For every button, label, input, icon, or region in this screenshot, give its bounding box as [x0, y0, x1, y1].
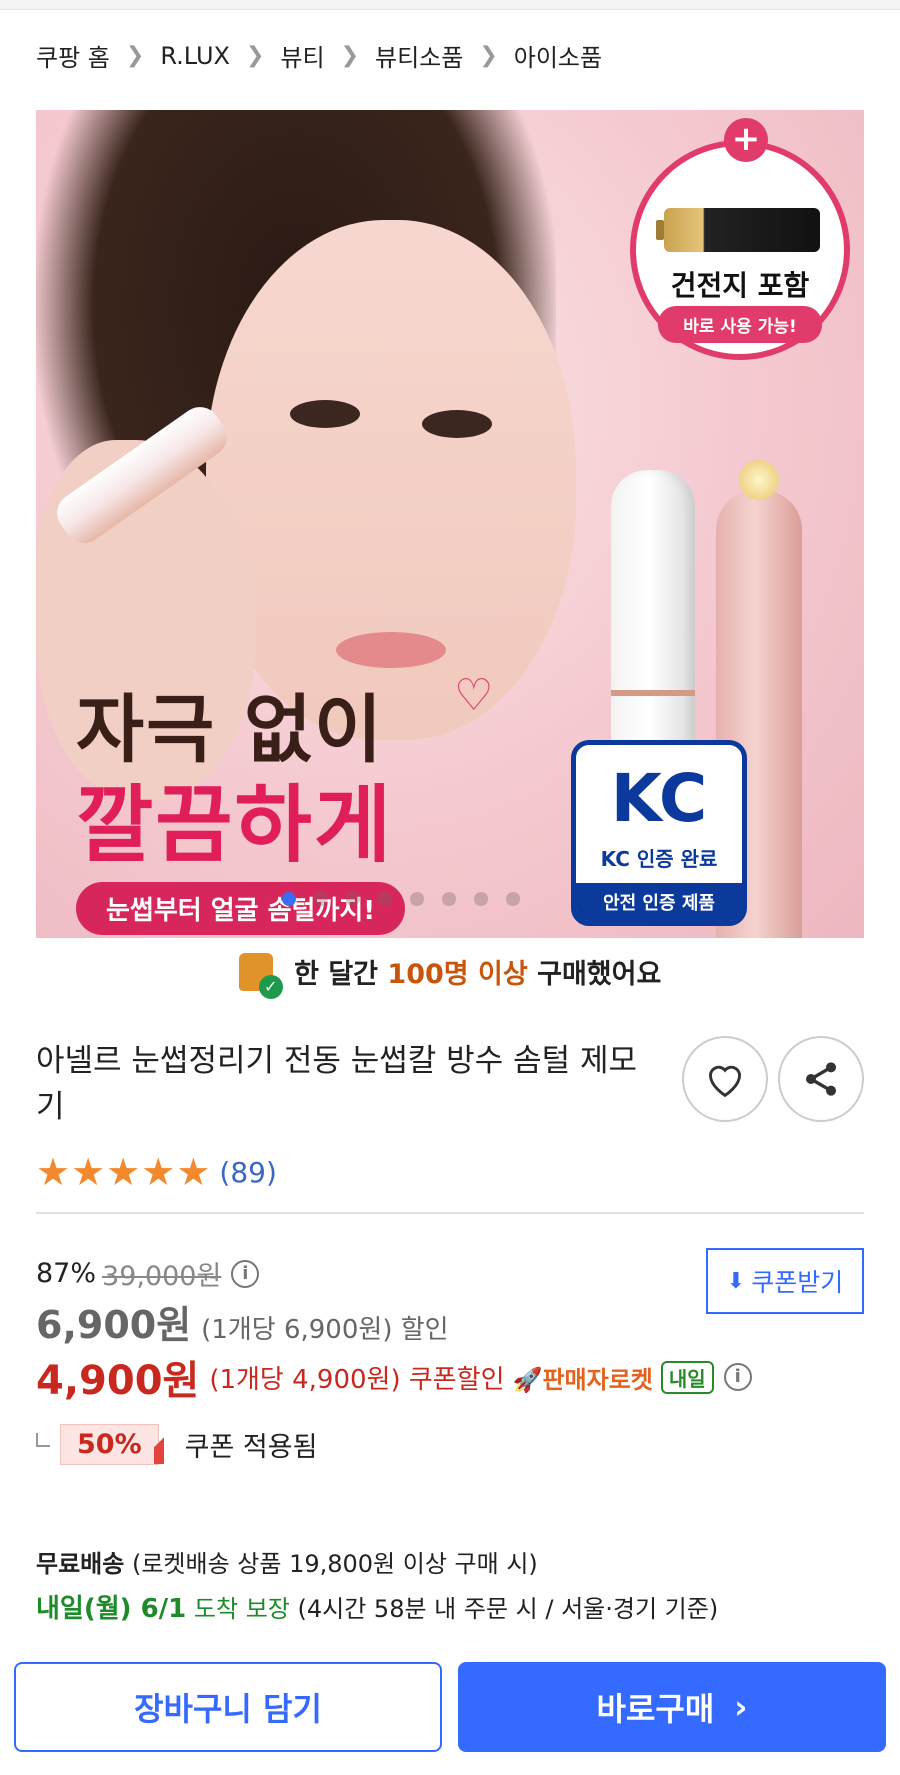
wishlist-button[interactable]: [682, 1036, 768, 1122]
carousel-dot[interactable]: [506, 892, 520, 906]
chevron-right-icon: ›: [734, 1688, 748, 1726]
carousel-dot[interactable]: [314, 892, 328, 906]
get-coupon-label: 쿠폰받기: [751, 1268, 844, 1297]
buyers-prefix: 한 달간: [294, 959, 379, 990]
top-strip: [0, 0, 900, 10]
plus-icon: +: [724, 118, 768, 162]
buyers-suffix: 구매했어요: [537, 959, 662, 990]
seller-rocket-label: 판매자로켓: [542, 1365, 653, 1394]
delivery-note: (4시간 58분 내 주문 시 / 서울·경기 기준): [297, 1595, 719, 1623]
breadcrumb-item-home[interactable]: 쿠팡 홈: [36, 38, 110, 73]
corner-indent-icon: [36, 1432, 50, 1447]
buy-now-button[interactable]: 바로구매 ›: [458, 1662, 886, 1752]
carousel-dot[interactable]: [378, 892, 392, 906]
free-shipping-label: 무료배송: [36, 1550, 125, 1578]
chevron-right-icon: ❯: [479, 43, 498, 68]
info-icon[interactable]: i: [723, 1363, 752, 1391]
download-icon: ⬇: [726, 1268, 746, 1294]
divider: [36, 1212, 864, 1214]
breadcrumb-item-subcategory[interactable]: 뷰티소품: [375, 38, 463, 73]
share-button[interactable]: [778, 1036, 864, 1122]
star-icon: ★: [141, 1150, 176, 1194]
kc-certification-badge: KC KC 인증 완료 안전 인증 제품: [571, 740, 747, 926]
info-icon[interactable]: i: [231, 1259, 260, 1288]
discount-row: 87% 39,000원 i: [36, 1254, 260, 1293]
carousel-dot-active[interactable]: [282, 892, 296, 906]
free-shipping-row: 무료배송 (로켓배송 상품 19,800원 이상 구매 시): [36, 1544, 538, 1579]
buyers-highlight: 100명 이상: [387, 959, 528, 990]
rating-row[interactable]: ★ ★ ★ ★ ★ (89): [36, 1152, 277, 1192]
sale-price-row: 6,900원 (1개당 6,900원) 할인: [36, 1294, 449, 1349]
coupon-tag: 50%: [60, 1424, 164, 1465]
breadcrumb: 쿠팡 홈 ❯ R.LUX ❯ 뷰티 ❯ 뷰티소품 ❯ 아이소품: [36, 38, 602, 73]
delivery-guarantee: 도착 보장: [193, 1595, 290, 1623]
carousel-dots: [282, 892, 520, 906]
kc-logo-icon: KC: [610, 760, 708, 837]
sale-price: 6,900원: [36, 1303, 192, 1347]
buy-now-label: 바로구매: [596, 1690, 715, 1728]
battery-badge-title: 건전지 포함: [670, 269, 810, 302]
model-eye: [422, 410, 492, 438]
breadcrumb-item-category[interactable]: 뷰티: [280, 38, 324, 73]
hero-pill-text: 눈썹부터 얼굴 솜털까지!: [76, 882, 406, 935]
coupon-price-note: (1개당 4,900원) 쿠폰할인: [209, 1364, 505, 1395]
coupon-applied-row: 50% 쿠폰 적용됨: [36, 1424, 317, 1465]
star-icon: ★: [36, 1150, 71, 1194]
chevron-right-icon: ❯: [245, 43, 265, 68]
model-eye: [290, 400, 360, 428]
rocket-icon: 🚀: [512, 1365, 543, 1394]
heart-icon: [708, 1065, 742, 1098]
coupon-applied-text: 쿠폰 적용됨: [184, 1432, 318, 1463]
purchase-count-banner: 한 달간 100명 이상 구매했어요: [0, 952, 900, 999]
star-icon: ★: [106, 1150, 141, 1194]
discount-percent: 87%: [36, 1258, 97, 1289]
carousel-dot[interactable]: [474, 892, 488, 906]
hero-headline-2: 깔끔하게: [76, 776, 394, 874]
get-coupon-button[interactable]: ⬇ 쿠폰받기: [706, 1248, 864, 1314]
star-icon: ★: [176, 1150, 211, 1194]
free-shipping-note: (로켓배송 상품 19,800원 이상 구매 시): [131, 1550, 538, 1578]
breadcrumb-item-brand[interactable]: R.LUX: [160, 42, 230, 70]
carousel-dot[interactable]: [346, 892, 360, 906]
share-icon: [806, 1062, 836, 1096]
tomorrow-badge: 내일: [660, 1360, 714, 1394]
original-price: 39,000원: [102, 1261, 222, 1292]
seller-rocket-badge: 🚀판매자로켓: [513, 1360, 653, 1395]
heart-doodle-icon: ♡: [454, 670, 494, 721]
kc-line-1: KC 인증 완료: [600, 847, 718, 871]
bottom-action-bar: 장바구니 담기 바로구매 ›: [0, 1652, 900, 1775]
add-to-cart-label: 장바구니 담기: [134, 1690, 322, 1728]
breadcrumb-item-leaf[interactable]: 아이소품: [514, 38, 602, 73]
review-count-link[interactable]: (89): [219, 1156, 276, 1189]
add-to-cart-button[interactable]: 장바구니 담기: [14, 1662, 442, 1752]
star-icon: ★: [71, 1150, 106, 1194]
sale-price-note: (1개당 6,900원) 할인: [201, 1315, 449, 1345]
chevron-right-icon: ❯: [125, 43, 145, 68]
shopping-bag-check-icon: [238, 953, 283, 999]
product-image-carousel[interactable]: + 건전지 포함 바로 사용 가능! 자극 없이 ♡ 깔끔하게 눈썹부터 얼굴 …: [36, 110, 864, 938]
battery-icon: [656, 208, 820, 252]
battery-badge-sub: 바로 사용 가능!: [658, 306, 822, 343]
coupon-price: 4,900원: [36, 1358, 200, 1404]
carousel-dot[interactable]: [410, 892, 424, 906]
coupon-price-row: 4,900원 (1개당 4,900원) 쿠폰할인 🚀판매자로켓 내일 i: [36, 1348, 752, 1406]
delivery-row: 내일(월) 6/1 도착 보장 (4시간 58분 내 주문 시 / 서울·경기 …: [36, 1588, 718, 1625]
kc-line-2: 안전 인증 제품: [576, 883, 742, 921]
model-lips: [336, 632, 446, 668]
battery-included-badge: + 건전지 포함 바로 사용 가능!: [630, 118, 850, 360]
chevron-right-icon: ❯: [340, 43, 359, 68]
carousel-dot[interactable]: [442, 892, 456, 906]
product-title: 아넬르 눈썹정리기 전동 눈썹칼 방수 솜털 제모기: [36, 1043, 638, 1125]
delivery-date: 내일(월) 6/1: [36, 1594, 187, 1624]
